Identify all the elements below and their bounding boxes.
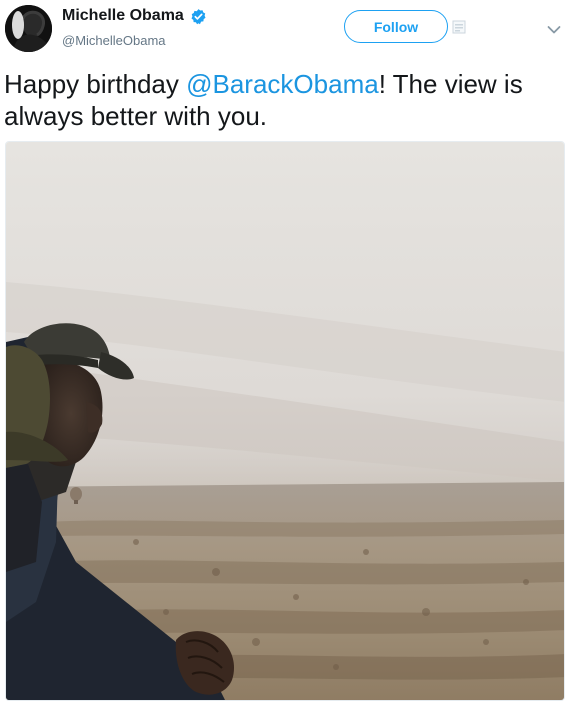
follow-button[interactable]: Follow <box>344 10 448 43</box>
screen-name[interactable]: @MichelleObama <box>62 33 166 48</box>
embed-info-icon[interactable] <box>452 20 466 34</box>
display-name[interactable]: Michelle Obama <box>62 7 184 25</box>
verified-badge-icon <box>190 8 207 25</box>
chevron-down-icon[interactable] <box>547 22 561 34</box>
tweet-card: Michelle Obama @MichelleObama Follow Hap… <box>0 0 568 710</box>
landscape-photo <box>6 142 564 700</box>
author-name-row[interactable]: Michelle Obama <box>62 7 207 25</box>
tweet-text: Happy birthday @BarackObama! The view is… <box>4 68 564 132</box>
tweet-photo[interactable] <box>5 141 565 701</box>
avatar-image <box>5 5 52 52</box>
avatar[interactable] <box>5 5 52 52</box>
tweet-text-start: Happy birthday <box>4 69 187 99</box>
mention-link[interactable]: @BarackObama <box>186 69 379 99</box>
